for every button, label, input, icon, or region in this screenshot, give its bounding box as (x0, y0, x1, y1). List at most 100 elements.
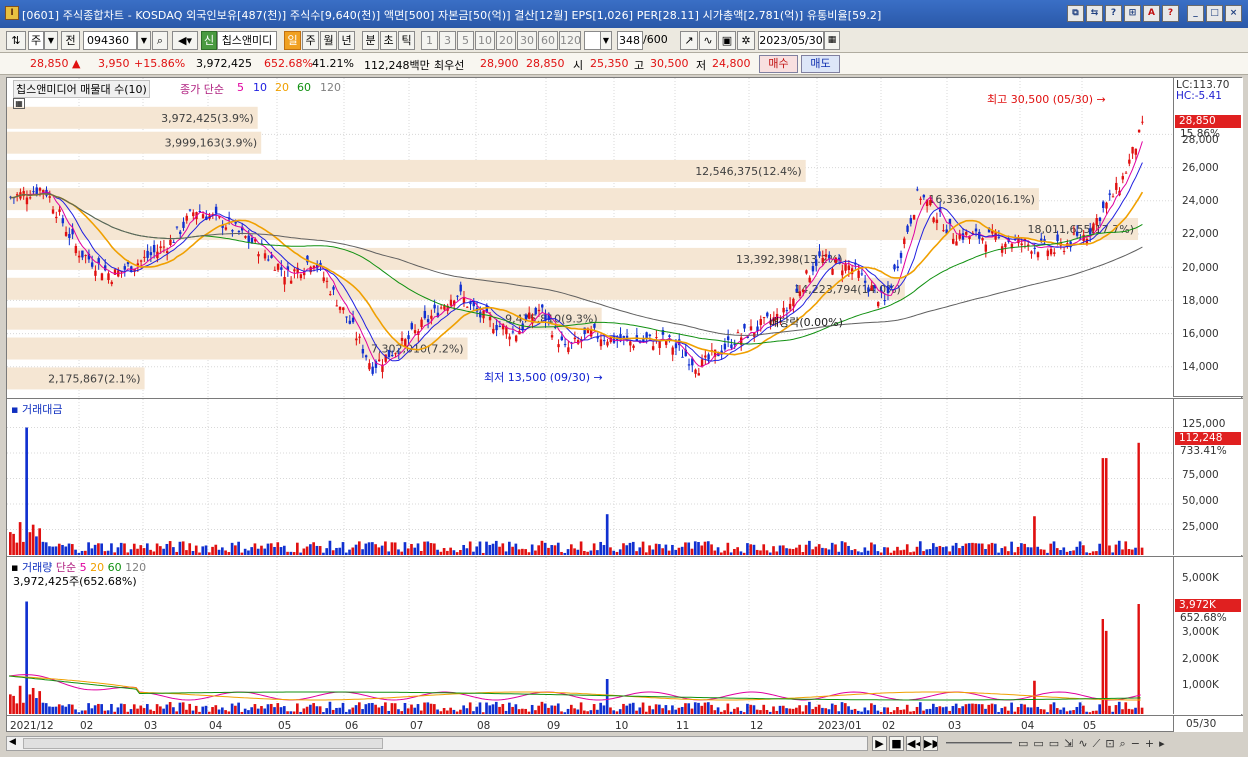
close-button[interactable]: × (1225, 5, 1242, 22)
code-dropdown-icon[interactable]: ▼ (137, 31, 151, 50)
amount-chart[interactable] (7, 399, 1173, 555)
chart-area[interactable]: 3,972,425(3.9%) 3,999,163(3.9%) 12,546,375… (6, 77, 1243, 732)
volume-bar (429, 703, 433, 714)
settings-icon[interactable]: ✲ (737, 31, 755, 50)
candle-body (90, 262, 94, 267)
prev-button[interactable]: 전 (61, 31, 80, 50)
amount-bar (1062, 547, 1066, 555)
volume-bar (263, 708, 267, 714)
rewind-icon[interactable]: ◀◀ (906, 736, 921, 751)
grid-icon[interactable]: ▦ (13, 98, 25, 109)
period-minute[interactable]: 분 (362, 31, 379, 50)
period-day[interactable]: 일 (284, 31, 301, 50)
price-chart[interactable]: 3,972,425(3.9%) 3,999,163(3.9%) 12,546,375… (7, 78, 1173, 397)
interval-60[interactable]: 60 (538, 31, 558, 50)
zoom-slider[interactable] (946, 742, 1012, 744)
search-icon[interactable]: ⌕ (152, 31, 168, 50)
x-tick-label: 02 (882, 720, 895, 732)
interval-3[interactable]: 3 (439, 31, 456, 50)
forward-icon[interactable]: ▶▶ (923, 736, 938, 751)
amount-axis[interactable]: 125,000 75,000 50,000 25,000 112,248 733… (1173, 398, 1243, 555)
volume-axis[interactable]: 5,000K 3,000K 2,000K 1,000K 3,972K 652.6… (1173, 556, 1243, 714)
amount-bar (873, 544, 876, 555)
question-icon[interactable]: ? (1162, 5, 1179, 22)
interval-30[interactable]: 30 (517, 31, 537, 50)
candle-body (329, 294, 332, 296)
font-icon[interactable]: A (1143, 5, 1160, 22)
period-year[interactable]: 년 (338, 31, 355, 50)
period-select[interactable]: 주 (28, 31, 44, 50)
volume-bar (1114, 705, 1118, 714)
period-week[interactable]: 주 (302, 31, 319, 50)
volume-panel[interactable]: ▪ 거래량 단순 5 20 60 120 3,972,425주(652.68%) (7, 556, 1173, 714)
interval-5[interactable]: 5 (457, 31, 474, 50)
screen-icon[interactable]: ⊞ (1124, 5, 1141, 22)
interval-20[interactable]: 20 (496, 31, 516, 50)
candle-body (668, 335, 671, 337)
speaker-icon[interactable]: ◀▾ (172, 31, 198, 50)
calendar-icon[interactable]: ▦ (824, 31, 840, 50)
chevron-down-icon[interactable]: ▼ (44, 31, 58, 50)
amount-bar (325, 548, 329, 555)
maximize-button[interactable]: □ (1206, 5, 1223, 22)
scroll-left-icon[interactable]: ◀ (9, 737, 16, 747)
amount-bar (400, 551, 404, 555)
link-icon[interactable]: ⧉ (1067, 5, 1084, 22)
volume-bar (684, 703, 687, 714)
amount-bar (508, 541, 511, 555)
new-button[interactable]: 신 (201, 31, 217, 50)
interval-10[interactable]: 10 (475, 31, 495, 50)
amount-bar (504, 551, 508, 555)
interval-120[interactable]: 120 (559, 31, 581, 50)
volume-bar (152, 710, 156, 714)
play-icon[interactable]: ▶ (872, 736, 887, 751)
count-input[interactable]: 348 (617, 31, 643, 50)
sell-button[interactable]: 매도 (801, 55, 840, 73)
pin-icon[interactable]: ⇅ (6, 31, 26, 50)
period-tick[interactable]: 틱 (398, 31, 415, 50)
volume-bar (941, 707, 945, 714)
profile-legend[interactable]: 칩스앤미디어 매물대 수(10) (13, 80, 150, 98)
amount-bar (703, 541, 707, 555)
drawing-tools[interactable]: ▭▭▭⇲∿⟋⊡⌕−+▸ (1018, 737, 1170, 751)
candle-body (84, 255, 87, 257)
cursor-icon[interactable]: ↗ (680, 31, 698, 50)
candle-body (942, 230, 945, 232)
candle-body (169, 239, 172, 245)
buy-button[interactable]: 매수 (759, 55, 798, 73)
candle-body (55, 216, 58, 219)
amt-tick-75000: 75,000 (1182, 469, 1219, 481)
sync-icon[interactable]: ⇆ (1086, 5, 1103, 22)
volume-bar (214, 705, 218, 714)
amount-bar (651, 549, 655, 555)
code-input[interactable]: 094360 (83, 31, 137, 50)
minimize-button[interactable]: _ (1187, 5, 1204, 22)
period-month[interactable]: 월 (320, 31, 337, 50)
candle-body (929, 199, 932, 206)
price-panel[interactable]: 3,972,425(3.9%) 3,999,163(3.9%) 12,546,375… (7, 78, 1173, 397)
x-tick-label: 04 (1021, 720, 1035, 732)
amount-bar (1020, 543, 1023, 555)
horizontal-scrollbar[interactable]: ◀ (6, 736, 868, 751)
date-input[interactable]: 2023/05/30 (758, 31, 824, 50)
volume-bar (765, 710, 769, 714)
candle-body (541, 304, 544, 308)
volume-bar (74, 709, 77, 714)
save-icon[interactable]: ▣ (718, 31, 736, 50)
amount-bar (256, 548, 260, 555)
period-second[interactable]: 초 (380, 31, 397, 50)
candle-body (263, 253, 267, 259)
amount-panel[interactable]: ▪ 거래대금 (7, 398, 1173, 555)
chart-type-icon[interactable]: ∿ (699, 31, 717, 50)
volume-chart[interactable] (7, 557, 1173, 714)
amount-bar (749, 544, 753, 555)
volume-bar (1055, 708, 1059, 714)
help-icon[interactable]: ? (1105, 5, 1122, 22)
interval-1[interactable]: 1 (421, 31, 438, 50)
interval-dropdown-icon[interactable]: ▼ (600, 31, 612, 50)
price-axis[interactable]: LC:113.70 HC:-5.41 28,000 26,000 24,000 … (1173, 78, 1243, 397)
scroll-thumb[interactable] (23, 738, 383, 749)
candle-body (492, 328, 495, 334)
stop-icon[interactable]: ■ (889, 736, 904, 751)
candle-body (273, 269, 277, 271)
